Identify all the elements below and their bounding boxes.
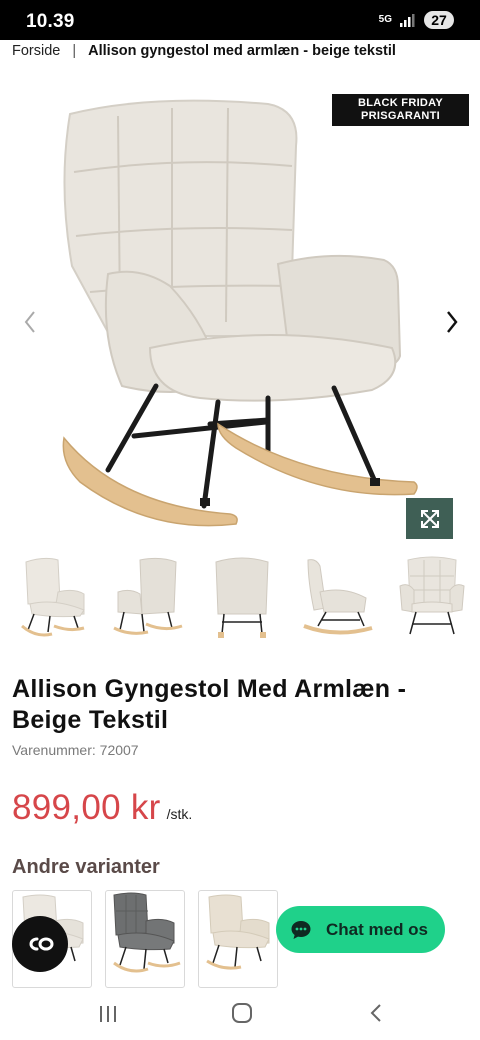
status-indicators: 5G 27 [379, 11, 454, 29]
variant-cream-rocking-chair[interactable] [198, 890, 278, 988]
product-title: Allison Gyngestol Med Armlæn - Beige Tek… [12, 675, 407, 734]
network-label: 5G [378, 14, 392, 25]
loyalty-button[interactable] [12, 916, 68, 972]
home-icon[interactable] [231, 1002, 253, 1024]
badge-line1: BLACK FRIDAY [357, 97, 444, 109]
black-friday-badge: BLACK FRIDAY PRISGARANTI [332, 94, 469, 126]
product-main-image[interactable] [0, 86, 480, 546]
product-sku: Varenummer: 72007 [12, 742, 139, 758]
co-logo-icon [29, 937, 54, 951]
variant-image [206, 894, 270, 970]
chevron-left-icon[interactable] [18, 308, 42, 336]
expand-icon [420, 509, 439, 528]
signal-icon [400, 14, 415, 27]
thumbnail-strip [0, 552, 480, 646]
status-time: 10.39 [26, 11, 75, 32]
battery-indicator: 27 [424, 11, 454, 29]
variant-grey-rocking-chair[interactable] [105, 890, 185, 988]
breadcrumb-home-link[interactable]: Forside [12, 43, 60, 59]
breadcrumb-current: Allison gyngestol med armlæn - beige tek… [88, 43, 396, 59]
product-price: 899,00 kr [12, 788, 161, 827]
thumbnail-front[interactable] [394, 552, 470, 642]
thumbnail-back-angle[interactable] [110, 552, 186, 642]
recent-apps-icon[interactable] [98, 1004, 118, 1024]
system-nav-bar [0, 988, 480, 1040]
thumbnail-rear[interactable] [204, 552, 280, 642]
chat-button[interactable]: Chat med os [276, 906, 445, 953]
chevron-right-icon[interactable] [440, 308, 464, 336]
status-bar: 10.39 5G 27 [0, 0, 480, 40]
badge-line2: PRISGARANTI [360, 110, 441, 122]
chat-bubble-icon [291, 920, 311, 939]
price-row: 899,00 kr /stk. [12, 788, 192, 828]
breadcrumb-separator: | [72, 43, 77, 59]
back-icon[interactable] [366, 1002, 386, 1024]
zoom-button[interactable] [406, 498, 453, 539]
variant-image [113, 892, 181, 973]
thumbnail-front-angle[interactable] [14, 552, 90, 642]
thumbnail-side[interactable] [300, 552, 376, 642]
variants-heading: Andre varianter [12, 856, 160, 878]
breadcrumb: Forside | Allison gyngestol med armlæn -… [12, 42, 396, 60]
chat-label: Chat med os [326, 919, 429, 939]
price-unit: /stk. [166, 806, 193, 822]
